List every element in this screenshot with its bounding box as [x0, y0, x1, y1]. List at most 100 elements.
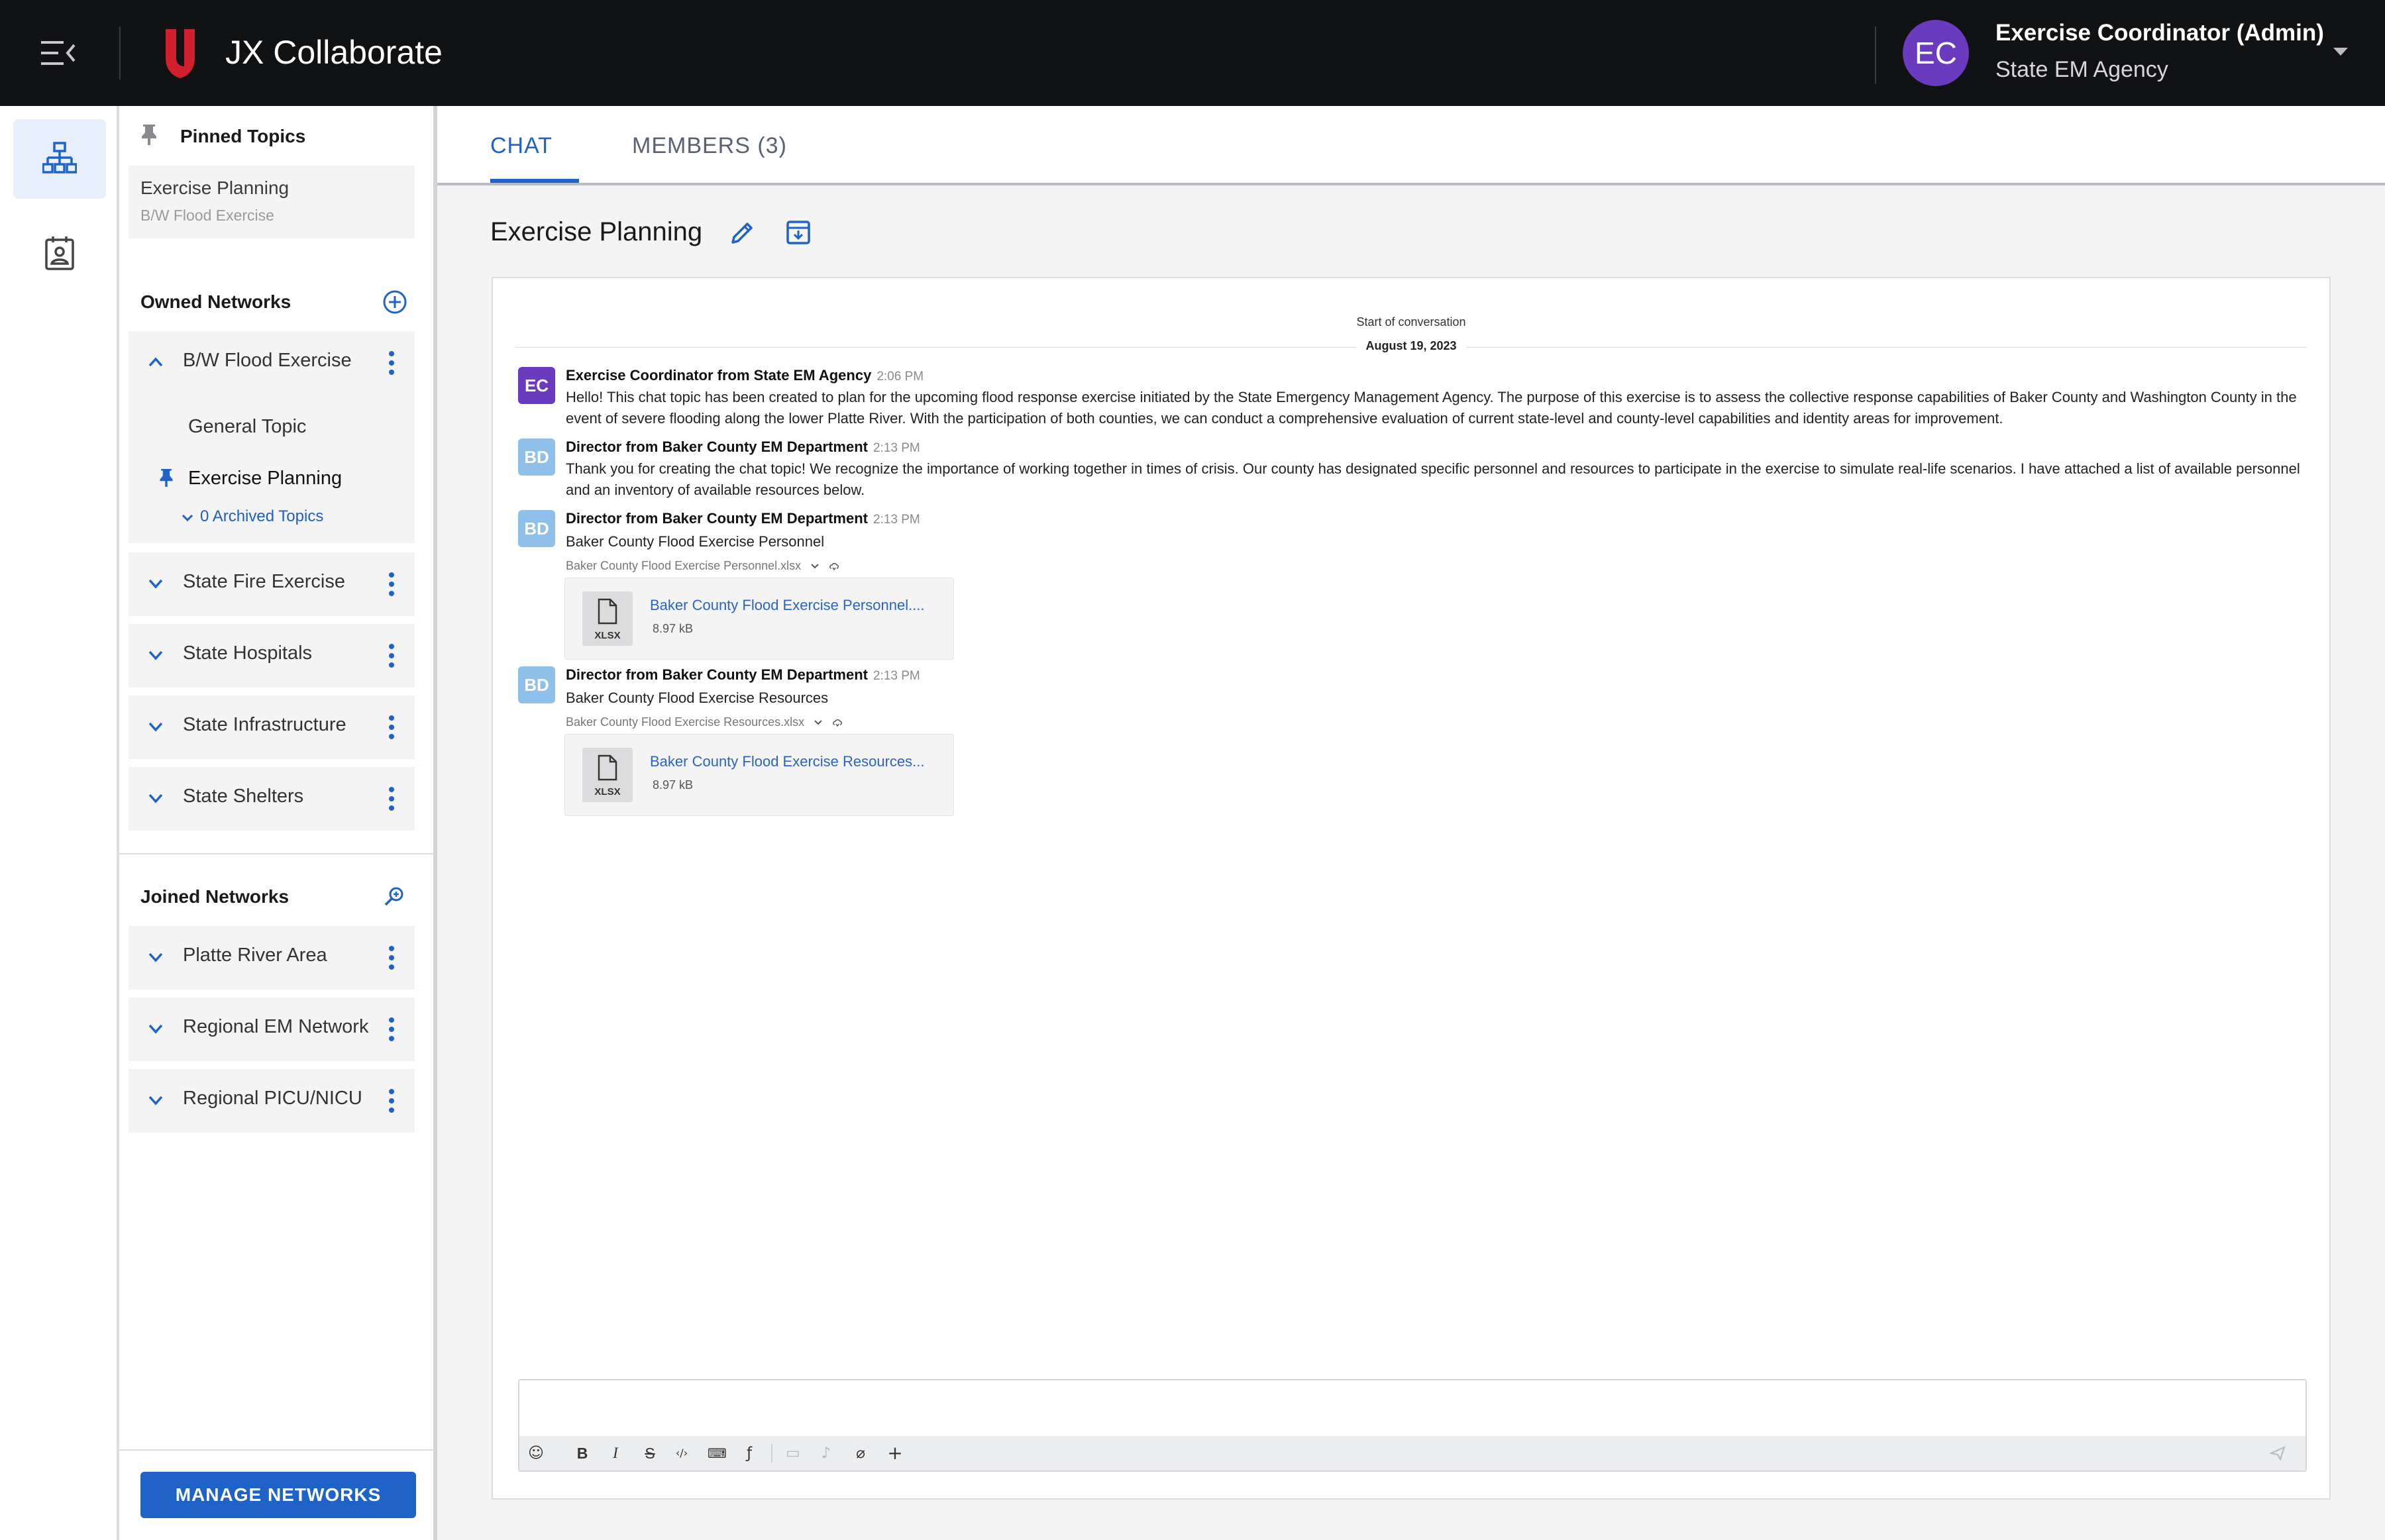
file-attachment-card[interactable]: XLSX Baker County Flood Exercise Resourc… [564, 734, 954, 816]
chat-panel: Start of conversation August 19, 2023 EC… [492, 277, 2331, 1500]
topic-title: Exercise Planning [490, 217, 703, 246]
topic-item-general[interactable]: General Topic [188, 416, 306, 438]
formula-icon[interactable]: ƒ [741, 1445, 758, 1462]
network-group: State Hospitals [129, 624, 415, 688]
emoji-icon[interactable]: ☺ [527, 1445, 545, 1462]
video-icon[interactable]: ▭ [784, 1445, 802, 1462]
search-networks-icon[interactable] [383, 885, 407, 909]
attachment-label[interactable]: Baker County Flood Exercise Resources.xl… [566, 715, 843, 729]
joined-networks-heading: Joined Networks [140, 886, 290, 907]
chevron-down-icon[interactable] [147, 949, 164, 966]
cloud-download-icon[interactable] [832, 717, 843, 728]
avatar[interactable]: BD [518, 510, 555, 547]
pinned-topic-item[interactable]: Exercise Planning B/W Flood Exercise [129, 166, 415, 238]
network-row[interactable]: State Shelters [129, 767, 415, 831]
strikethrough-icon[interactable]: S [641, 1445, 659, 1462]
app-title: JX Collaborate [225, 34, 443, 71]
divider [1875, 26, 1876, 83]
chevron-up-icon[interactable] [147, 354, 164, 371]
network-label: B/W Flood Exercise [183, 350, 352, 371]
manage-networks-button[interactable]: MANAGE NETWORKS [140, 1472, 416, 1518]
avatar[interactable]: EC [518, 367, 555, 404]
chevron-down-icon[interactable] [810, 561, 820, 572]
user-avatar[interactable]: EC [1903, 20, 1969, 86]
edit-pencil-icon[interactable] [729, 219, 757, 246]
attach-icon[interactable]: ⌀ [852, 1445, 869, 1462]
user-agency[interactable]: State EM Agency [1995, 57, 2168, 83]
network-label: Platte River Area [183, 945, 327, 966]
file-size: 8.97 kB [653, 622, 694, 635]
message-time: 2:06 PM [876, 370, 924, 384]
archive-icon[interactable] [784, 219, 812, 246]
rail-networks-button[interactable] [13, 119, 106, 199]
message-text: Baker County Flood Exercise Resources [566, 690, 829, 706]
message-sender: Exercise Coordinator from State EM Agenc… [566, 367, 924, 384]
caret-down-icon[interactable] [2331, 44, 2351, 60]
chevron-down-icon[interactable] [147, 1092, 164, 1109]
chevron-down-icon[interactable] [147, 646, 164, 664]
pin-icon [142, 125, 156, 145]
network-group: State Infrastructure [129, 695, 415, 759]
more-options-icon[interactable] [388, 348, 395, 378]
network-icon [42, 142, 77, 174]
chevron-down-icon[interactable] [147, 1020, 164, 1037]
file-attachment-card[interactable]: XLSX Baker County Flood Exercise Personn… [564, 578, 954, 660]
nav-rail [0, 106, 119, 1540]
tab-members[interactable]: MEMBERS (3) [632, 106, 787, 185]
network-row[interactable]: State Hospitals [129, 624, 415, 688]
document-icon [598, 598, 617, 625]
conversation-date: August 19, 2023 [1356, 339, 1466, 352]
attachment-label[interactable]: Baker County Flood Exercise Personnel.xl… [566, 559, 839, 573]
code-icon[interactable]: ‹/› [673, 1445, 690, 1462]
avatar[interactable]: BD [518, 438, 555, 476]
topic-item-exercise-planning[interactable]: Exercise Planning [188, 468, 342, 489]
add-network-icon[interactable] [382, 289, 408, 315]
plus-icon[interactable]: + [886, 1444, 904, 1463]
shield-logo-icon [166, 29, 195, 78]
network-label: State Infrastructure [183, 714, 346, 735]
avatar[interactable]: BD [518, 666, 555, 703]
rail-contacts-button[interactable] [13, 213, 106, 293]
archived-topics-label: 0 Archived Topics [200, 507, 324, 525]
chevron-down-icon[interactable] [147, 718, 164, 735]
more-options-icon[interactable] [388, 713, 395, 742]
pinned-topic-network: B/W Flood Exercise [140, 207, 274, 224]
toolbar-divider [771, 1444, 772, 1463]
chevron-down-icon[interactable] [813, 717, 823, 728]
more-options-icon[interactable] [388, 1086, 395, 1115]
more-options-icon[interactable] [388, 943, 395, 972]
cloud-download-icon[interactable] [829, 561, 839, 572]
file-name-link[interactable]: Baker County Flood Exercise Personnel...… [650, 597, 925, 614]
network-row[interactable]: Platte River Area [129, 926, 415, 990]
network-row[interactable]: State Infrastructure [129, 695, 415, 759]
divider [119, 26, 121, 79]
user-name[interactable]: Exercise Coordinator (Admin) [1995, 20, 2324, 46]
code-block-icon[interactable]: ⌨ [708, 1445, 727, 1462]
more-options-icon[interactable] [388, 784, 395, 813]
network-row[interactable]: B/W Flood Exercise [129, 331, 415, 395]
more-options-icon[interactable] [388, 641, 395, 670]
chevron-down-icon[interactable] [147, 575, 164, 592]
message-input[interactable] [519, 1380, 2308, 1437]
mic-icon[interactable]: ♪ [818, 1445, 835, 1462]
network-label: State Fire Exercise [183, 571, 345, 592]
more-options-icon[interactable] [388, 570, 395, 599]
divider [119, 1449, 433, 1451]
send-icon[interactable] [2270, 1445, 2286, 1461]
archived-topics-toggle[interactable]: 0 Archived Topics [180, 507, 323, 526]
chevron-down-icon[interactable] [147, 790, 164, 807]
tab-chat[interactable]: CHAT [490, 106, 553, 185]
network-group: Regional PICU/NICU [129, 1069, 415, 1133]
menu-collapse-icon[interactable] [41, 38, 76, 68]
networks-sidebar: Pinned Topics Exercise Planning B/W Floo… [119, 106, 437, 1540]
file-icon: XLSX [582, 748, 633, 802]
network-row[interactable]: State Fire Exercise [129, 552, 415, 616]
more-options-icon[interactable] [388, 1015, 395, 1044]
italic-icon[interactable]: I [607, 1445, 624, 1462]
message-time: 2:13 PM [873, 513, 920, 527]
network-row[interactable]: Regional EM Network [129, 998, 415, 1061]
network-row[interactable]: Regional PICU/NICU [129, 1069, 415, 1133]
document-icon [598, 754, 617, 781]
bold-icon[interactable]: B [574, 1445, 591, 1462]
file-name-link[interactable]: Baker County Flood Exercise Resources... [650, 753, 925, 770]
